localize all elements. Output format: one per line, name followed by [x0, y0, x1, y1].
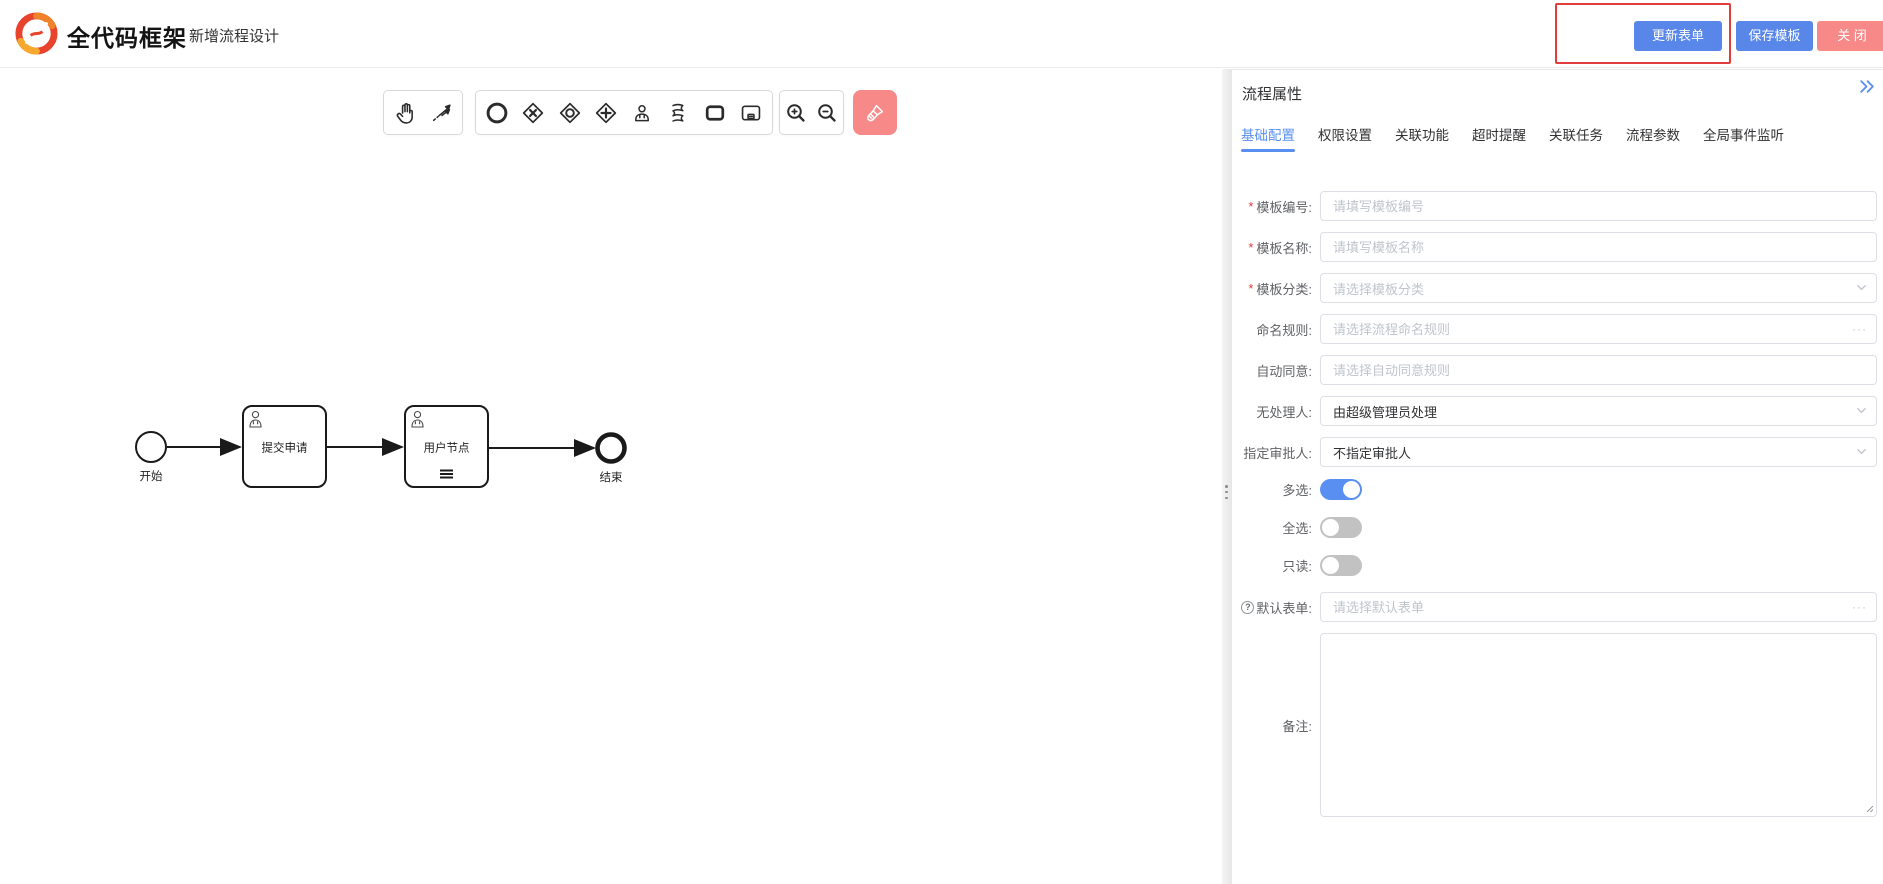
ellipsis-icon[interactable]: ···: [1852, 592, 1867, 622]
form-row-template-code: *模板编号:: [1232, 191, 1877, 221]
tab-flow-params[interactable]: 流程参数: [1626, 124, 1680, 152]
form-row-no-handler: 无处理人: 由超级管理员处理: [1232, 396, 1877, 426]
user-task-icon[interactable]: [627, 98, 657, 128]
svg-text:用户节点: 用户节点: [424, 441, 470, 455]
drag-handle-icon: [1225, 485, 1228, 499]
user-task-node-submit[interactable]: 提交申请: [243, 406, 326, 487]
form-row-approver: 指定审批人: 不指定审批人: [1232, 437, 1877, 467]
template-name-input[interactable]: [1320, 232, 1877, 262]
task-icon[interactable]: [700, 98, 730, 128]
global-connect-tool-icon[interactable]: [426, 98, 456, 128]
hand-tool-icon[interactable]: [390, 98, 420, 128]
template-code-input[interactable]: [1320, 191, 1877, 221]
form-row-template-category: *模板分类: 请选择模板分类: [1232, 273, 1877, 303]
form-row-remark: 备注:: [1232, 633, 1877, 817]
form-row-default-form: ? 默认表单: ···: [1232, 592, 1877, 622]
save-template-button[interactable]: 保存模板: [1736, 21, 1813, 51]
tab-timeout[interactable]: 超时提醒: [1472, 124, 1526, 152]
collapse-panel-button[interactable]: [1856, 78, 1876, 98]
panel-title: 流程属性: [1242, 83, 1302, 104]
form-row-template-name: *模板名称:: [1232, 232, 1877, 262]
top-header: 全代码框架 新增流程设计 更新表单 保存模板 关 闭: [0, 0, 1883, 68]
default-form-picker[interactable]: [1320, 592, 1877, 622]
remark-textarea[interactable]: [1320, 633, 1877, 817]
svg-text:提交申请: 提交申请: [262, 441, 308, 455]
ellipsis-icon[interactable]: ···: [1852, 314, 1867, 344]
form-row-auto-agree: 自动同意:: [1232, 355, 1877, 385]
subprocess-icon[interactable]: [736, 98, 766, 128]
brand-logo-icon: [13, 10, 60, 57]
zoom-in-icon[interactable]: [781, 98, 811, 128]
bpmn-diagram: 开始 提交申请 用户节点: [110, 395, 650, 495]
page-title: 新增流程设计: [189, 25, 279, 46]
panel-tabs: 基础配置 权限设置 关联功能 超时提醒 关联任务 流程参数 全局事件监听: [1241, 124, 1784, 152]
template-category-select[interactable]: 请选择模板分类: [1320, 273, 1877, 303]
form-row-naming-rule: 命名规则: ···: [1232, 314, 1877, 344]
inclusive-gateway-icon[interactable]: [555, 98, 585, 128]
select-all-toggle[interactable]: [1320, 517, 1362, 538]
no-handler-select[interactable]: 由超级管理员处理: [1320, 396, 1877, 426]
palette-group-zoom: [779, 90, 844, 135]
diagram-canvas[interactable]: 开始 提交申请 用户节点: [0, 69, 1222, 884]
close-button[interactable]: 关 闭: [1817, 21, 1883, 51]
brush-icon: [863, 101, 887, 125]
form-row-read-only: 只读:: [1232, 554, 1877, 576]
start-event-node[interactable]: 开始: [136, 432, 166, 483]
naming-rule-picker[interactable]: [1320, 314, 1877, 344]
read-only-toggle[interactable]: [1320, 555, 1362, 576]
tab-linked-tasks[interactable]: 关联任务: [1549, 124, 1603, 152]
tab-linked-功能[interactable]: 关联功能: [1395, 124, 1449, 152]
palette-group-tools: [383, 90, 463, 135]
chevron-down-icon: [1855, 445, 1868, 458]
svg-text:开始: 开始: [140, 469, 163, 483]
user-task-node-usernode[interactable]: 用户节点: [405, 406, 488, 487]
auto-agree-input[interactable]: [1320, 355, 1877, 385]
svg-text:结束: 结束: [600, 471, 623, 484]
update-form-button[interactable]: 更新表单: [1634, 21, 1722, 51]
chevron-down-icon: [1855, 281, 1868, 294]
double-chevron-right-icon: [1858, 78, 1875, 95]
form-row-select-all: 全选:: [1232, 516, 1877, 538]
zoom-out-icon[interactable]: [812, 98, 842, 128]
question-circle-icon[interactable]: ?: [1241, 601, 1254, 614]
flow-designer-app: { "header": { "brand": "全代码框架", "page_ti…: [0, 0, 1883, 884]
exclusive-gateway-icon[interactable]: [518, 98, 548, 128]
form-row-multi-select: 多选:: [1232, 478, 1877, 500]
end-event-node[interactable]: 结束: [598, 435, 625, 485]
parallel-gateway-icon[interactable]: [591, 98, 621, 128]
basic-config-form: *模板编号: *模板名称: *模板分类: 请选择模板分类 命名规则: ··· 自…: [1232, 191, 1877, 828]
clear-canvas-button[interactable]: [853, 90, 897, 135]
start-event-icon[interactable]: [482, 98, 512, 128]
palette-group-elements: [475, 90, 773, 135]
tab-basic-config[interactable]: 基础配置: [1241, 124, 1295, 152]
tab-permissions[interactable]: 权限设置: [1318, 124, 1372, 152]
script-task-icon[interactable]: [663, 98, 693, 128]
multi-select-toggle[interactable]: [1320, 479, 1362, 500]
properties-panel: 流程属性 基础配置 权限设置 关联功能 超时提醒 关联任务 流程参数 全局事件监…: [1232, 69, 1883, 884]
approver-select[interactable]: 不指定审批人: [1320, 437, 1877, 467]
panel-resize-divider[interactable]: [1222, 69, 1232, 884]
chevron-down-icon: [1855, 404, 1868, 417]
brand-name: 全代码框架: [67, 19, 187, 53]
tab-global-events[interactable]: 全局事件监听: [1703, 124, 1784, 152]
